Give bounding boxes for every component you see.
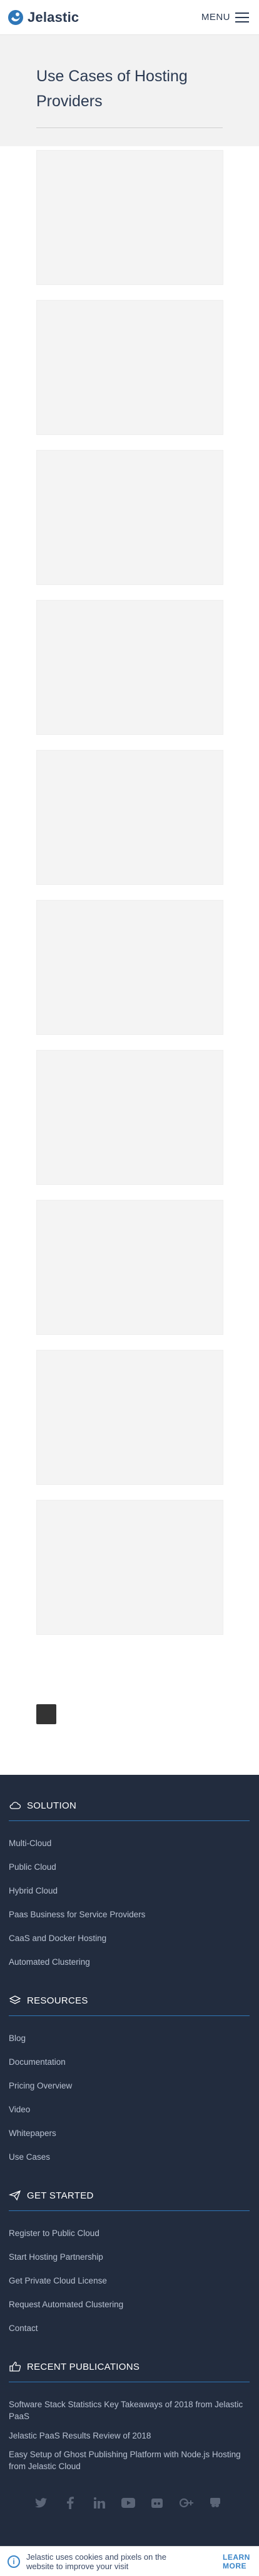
facebook-icon[interactable]: [63, 2496, 77, 2510]
info-icon: i: [8, 2555, 20, 2568]
cookie-text: Jelastic uses cookies and pixels on the …: [26, 2552, 167, 2571]
footer-heading-solution: SOLUTION: [9, 1800, 76, 1811]
learn-more-button[interactable]: LEARN MORE: [223, 2553, 251, 2570]
footer-publication-link[interactable]: Jelastic PaaS Results Review of 2018: [9, 2430, 246, 2442]
cloud-icon: [9, 1802, 21, 1809]
hamburger-icon: [235, 12, 249, 22]
title-divider: [36, 127, 223, 128]
footer-link[interactable]: Video: [9, 2104, 246, 2115]
use-case-card[interactable]: [36, 1050, 223, 1185]
use-case-card[interactable]: [36, 150, 223, 285]
footer-heading-recent-publications: RECENT PUBLICATIONS: [9, 2361, 140, 2372]
twitter-icon[interactable]: [34, 2496, 48, 2510]
footer-link[interactable]: Register to Public Cloud: [9, 2227, 246, 2239]
page-title: Use Cases of Hosting Providers: [36, 67, 188, 110]
use-case-card[interactable]: [36, 1350, 223, 1485]
hero-section: Use Cases of Hosting Providers: [0, 35, 259, 146]
footer-link[interactable]: Request Automated Clustering: [9, 2299, 246, 2310]
footer-heading-get-started: GET STARTED: [9, 2190, 94, 2201]
footer-link[interactable]: Automated Clustering: [9, 1956, 246, 1968]
footer-link[interactable]: CaaS and Docker Hosting: [9, 1932, 246, 1944]
footer-heading-resources: RESOURCES: [9, 1995, 88, 2006]
footer-link[interactable]: Public Cloud: [9, 1861, 246, 1873]
footer-link[interactable]: Paas Business for Service Providers: [9, 1909, 246, 1920]
footer-link[interactable]: Multi-Cloud: [9, 1837, 246, 1849]
footer-link[interactable]: Blog: [9, 2032, 246, 2044]
paper-plane-icon: [9, 2190, 21, 2201]
footer-publication-link[interactable]: Software Stack Statistics Key Takeaways …: [9, 2399, 246, 2422]
social-links: [34, 2495, 222, 2510]
use-case-card[interactable]: [36, 1500, 223, 1635]
use-case-card[interactable]: [36, 1200, 223, 1335]
footer-link[interactable]: Whitepapers: [9, 2127, 246, 2139]
menu-button[interactable]: MENU: [201, 12, 249, 22]
footer-divider: [9, 2015, 250, 2016]
slideshare-icon[interactable]: [208, 2496, 222, 2510]
pagination-button[interactable]: [36, 1704, 56, 1724]
footer-link[interactable]: Hybrid Cloud: [9, 1885, 246, 1897]
site-header: Jelastic MENU: [0, 0, 259, 35]
jelastic-logo-icon: [8, 9, 23, 25]
use-case-card[interactable]: [36, 450, 223, 585]
use-case-card[interactable]: [36, 900, 223, 1035]
google-plus-icon[interactable]: [179, 2496, 193, 2510]
footer-link[interactable]: Use Cases: [9, 2151, 246, 2163]
footer-link[interactable]: Get Private Cloud License: [9, 2275, 246, 2287]
footer-publication-link[interactable]: Easy Setup of Ghost Publishing Platform …: [9, 2449, 246, 2472]
use-case-card[interactable]: [36, 600, 223, 735]
linkedin-icon[interactable]: [93, 2496, 106, 2510]
footer-link[interactable]: Start Hosting Partnership: [9, 2251, 246, 2263]
brand-name: Jelastic: [28, 9, 79, 25]
cookie-banner: i Jelastic uses cookies and pixels on th…: [0, 2546, 259, 2576]
footer-link[interactable]: Contact: [9, 2322, 246, 2334]
layers-icon: [9, 1995, 21, 2004]
use-case-card[interactable]: [36, 300, 223, 435]
footer-divider: [9, 2210, 250, 2211]
use-case-card[interactable]: [36, 750, 223, 885]
thumbs-up-icon: [9, 2362, 21, 2372]
menu-label: MENU: [201, 12, 230, 22]
github-icon[interactable]: [150, 2496, 164, 2510]
youtube-icon[interactable]: [121, 2496, 135, 2510]
footer-link[interactable]: Documentation: [9, 2056, 246, 2068]
footer-divider: [9, 1820, 250, 1821]
footer-link[interactable]: Pricing Overview: [9, 2080, 246, 2092]
brand-logo[interactable]: Jelastic: [8, 9, 79, 26]
